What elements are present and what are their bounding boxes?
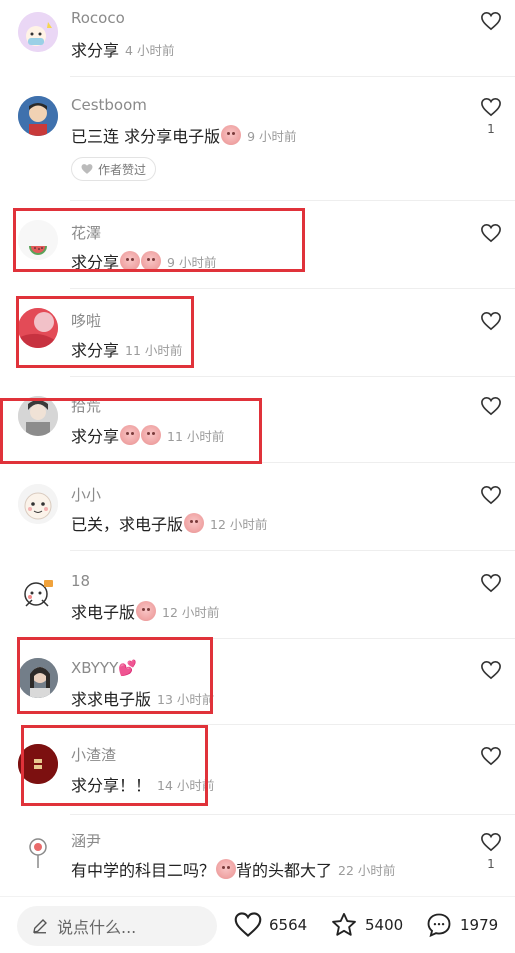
favorite-total: 5400 — [365, 916, 404, 934]
highlight-box — [17, 637, 213, 714]
avatar[interactable] — [18, 12, 58, 52]
username[interactable]: Cestboom — [71, 96, 147, 114]
crying-emoji-icon — [221, 125, 242, 145]
comment-text: 已三连 求分享电子版 — [71, 127, 221, 146]
comment-item[interactable]: Rococo 求分享 4 小时前 — [0, 0, 515, 78]
divider — [70, 288, 515, 289]
divider — [70, 550, 515, 551]
pencil-icon — [33, 919, 47, 934]
input-placeholder: 说点什么... — [57, 918, 137, 937]
comment-item[interactable]: 涵尹 有中学的科目二吗？ 背的头都大了 22 小时前 1 — [0, 816, 515, 896]
author-liked-badge: 作者赞过 — [71, 157, 157, 181]
highlight-box — [16, 296, 194, 368]
crying-emoji-icon — [216, 859, 237, 879]
highlight-box — [13, 208, 305, 272]
divider — [70, 814, 515, 815]
avatar[interactable] — [18, 484, 58, 524]
like-heart-icon[interactable] — [480, 832, 502, 852]
comment-time: 12 小时前 — [210, 516, 268, 532]
comment-content: 已三连 求分享电子版 9 小时前 — [71, 123, 297, 147]
like-button[interactable]: 6564 — [233, 911, 307, 938]
like-heart-icon[interactable] — [480, 223, 502, 243]
comment-text: 有中学的科目二吗？ — [71, 861, 216, 880]
badge-label: 作者赞过 — [98, 162, 147, 177]
divider — [70, 76, 515, 77]
avatar[interactable] — [18, 572, 58, 612]
divider — [70, 376, 515, 377]
comment-content: 求电子版 12 小时前 — [71, 599, 219, 623]
crying-emoji-icon — [136, 601, 157, 621]
comment-time: 4 小时前 — [125, 42, 175, 58]
like-heart-icon[interactable] — [480, 11, 502, 31]
star-icon — [332, 912, 356, 936]
like-heart-icon[interactable] — [480, 396, 502, 416]
comment-text-continued: 背的头都大了 — [236, 861, 333, 880]
avatar[interactable] — [18, 832, 58, 872]
like-heart-icon[interactable] — [480, 660, 502, 680]
comment-content: 有中学的科目二吗？ 背的头都大了 22 小时前 — [71, 857, 395, 881]
username[interactable]: 涵尹 — [71, 830, 101, 851]
chat-bubble-icon — [427, 913, 451, 938]
bottom-action-bar: 说点什么... 6564 5400 1979 — [0, 896, 515, 953]
comment-item[interactable]: Cestboom 已三连 求分享电子版 9 小时前 作者赞过 1 — [0, 78, 515, 202]
like-count: 1 — [487, 857, 495, 871]
comment-time: 12 小时前 — [162, 604, 220, 620]
like-total: 6564 — [269, 915, 308, 934]
highlight-box — [0, 398, 262, 464]
comment-content: 求分享 4 小时前 — [71, 37, 174, 61]
like-heart-icon[interactable] — [480, 573, 502, 593]
comment-text: 求电子版 — [71, 603, 136, 622]
comment-item[interactable]: 小小 已关，求电子版 12 小时前 — [0, 464, 515, 552]
divider — [70, 200, 515, 201]
comment-time: 22 小时前 — [338, 862, 396, 878]
username[interactable]: 小小 — [71, 484, 101, 505]
username[interactable]: Rococo — [71, 9, 125, 27]
heart-icon — [234, 912, 262, 937]
comment-text: 求分享 — [71, 41, 120, 60]
comment-content: 已关，求电子版 12 小时前 — [71, 511, 267, 535]
like-heart-icon[interactable] — [480, 746, 502, 766]
like-heart-icon[interactable] — [480, 97, 502, 117]
like-heart-icon[interactable] — [480, 311, 502, 331]
comment-time: 9 小时前 — [247, 128, 297, 144]
highlight-box — [21, 725, 208, 806]
heart-badge-icon — [81, 164, 93, 174]
comment-input[interactable]: 说点什么... — [17, 906, 217, 946]
comment-text: 已关，求电子版 — [71, 515, 184, 534]
favorite-button[interactable]: 5400 — [329, 911, 403, 939]
like-heart-icon[interactable] — [480, 485, 502, 505]
avatar[interactable] — [18, 96, 58, 136]
username[interactable]: 18 — [71, 572, 90, 590]
comment-total: 1979 — [460, 916, 499, 934]
comment-item[interactable]: 18 求电子版 12 小时前 — [0, 552, 515, 640]
comment-list: Rococo 求分享 4 小时前 Cestboom 已三连 求分享电子版 9 小… — [0, 0, 515, 896]
comment-button[interactable]: 1979 — [424, 911, 498, 939]
like-count: 1 — [487, 122, 495, 136]
crying-emoji-icon — [184, 513, 205, 533]
